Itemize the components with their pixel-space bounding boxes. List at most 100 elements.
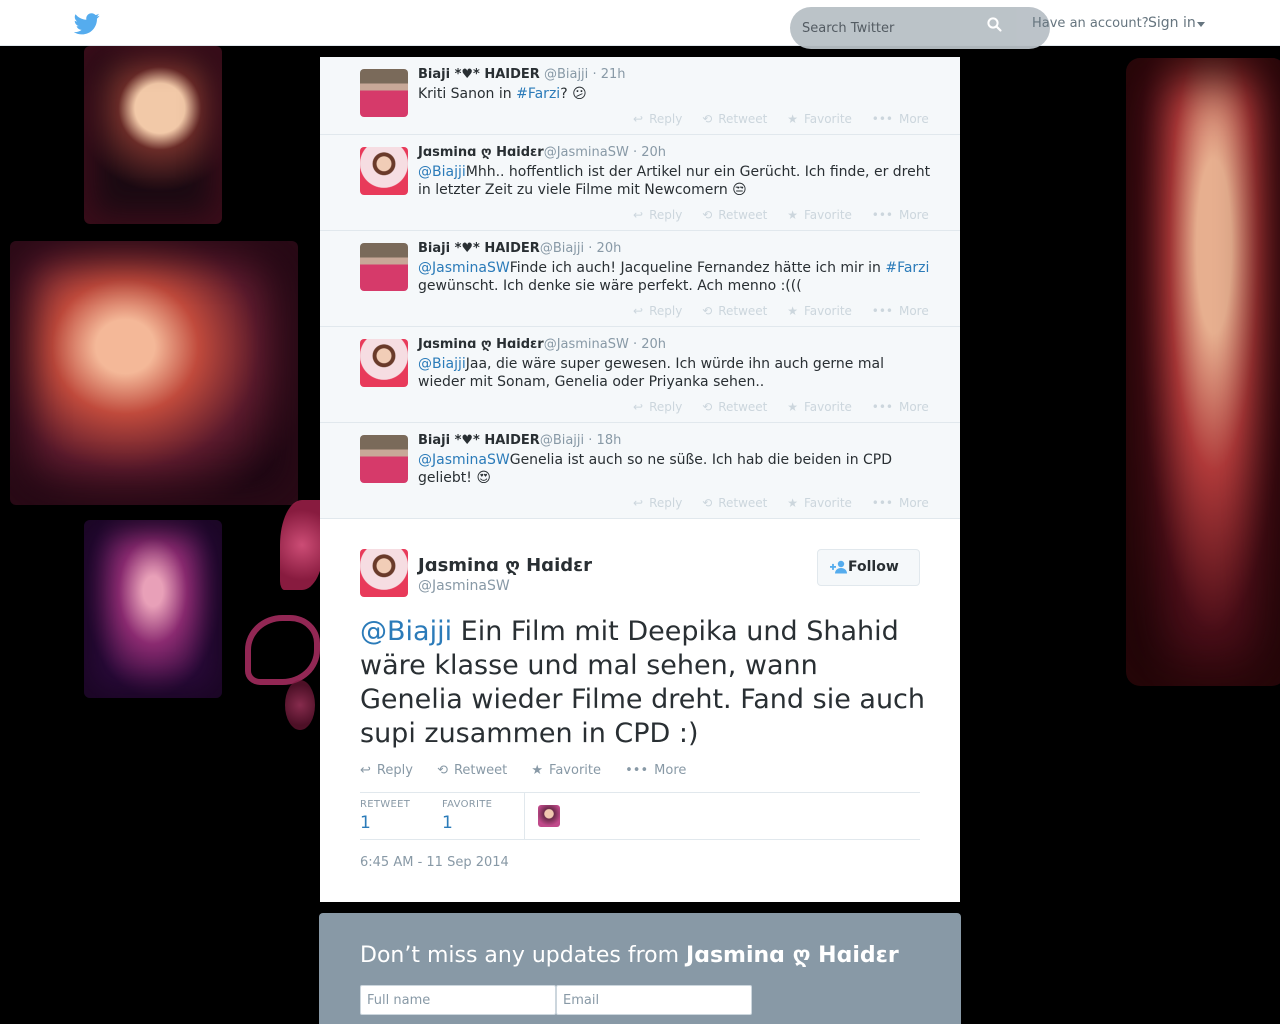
favorite-button[interactable]: ★ Favorite [787, 496, 860, 510]
email-field[interactable] [556, 985, 752, 1015]
mention-link[interactable]: @Biajji [418, 356, 466, 372]
retweet-label: Retweet [453, 763, 508, 778]
retweet-button[interactable]: ⟲ Retweet [437, 763, 507, 778]
reply-button[interactable]: ↩ Reply [633, 112, 690, 126]
star-icon: ★ [787, 400, 798, 414]
background-flower-decoration [245, 615, 320, 685]
more-dots-icon: ••• [871, 304, 893, 318]
reply-button[interactable]: ↩ Reply [633, 496, 690, 510]
more-label: More [898, 208, 929, 222]
mention-link[interactable]: @JasminaSW [418, 452, 510, 468]
mention-link[interactable]: @JasminaSW [418, 260, 510, 276]
more-button[interactable]: ••• More [625, 763, 686, 778]
search-input[interactable] [802, 17, 982, 39]
avatar[interactable] [360, 549, 408, 597]
hashtag-link[interactable]: #Farzi [885, 260, 929, 276]
more-button[interactable]: ••• More [872, 304, 937, 318]
tweet-text-part: Mhh.. hoffentlich ist der Artikel nur ei… [418, 164, 931, 198]
permalink-tweet: Jɑsminɑ ღ Hɑidɛr @JasminaSW Follow @Biaj… [320, 519, 960, 903]
ancestor-tweet[interactable]: Biaji *♥* HAIDER@Biajji · 18h @JasminaSW… [320, 423, 960, 519]
avatar[interactable] [360, 339, 408, 387]
retweet-button[interactable]: ⟲ Retweet [702, 400, 775, 414]
favorite-label: Favorite [803, 496, 852, 510]
tweet-timestamp[interactable]: · 20h [588, 241, 621, 256]
retweet-button[interactable]: ⟲ Retweet [702, 496, 775, 510]
favorite-button[interactable]: ★ Favorite [531, 763, 601, 778]
sign-in-link[interactable]: Sign in [1148, 15, 1196, 31]
mention-link[interactable]: @Biajji [360, 616, 452, 647]
tweet-author-name[interactable]: Jɑsminɑ ღ Hɑidɛr [418, 555, 592, 576]
tweet-header: Biaji *♥* HAIDER@Biajji · 20h [418, 241, 621, 256]
star-icon: ★ [787, 208, 798, 222]
reply-button[interactable]: ↩ Reply [633, 400, 690, 414]
tweet-timestamp[interactable]: · 20h [633, 145, 666, 160]
ancestor-tweet[interactable]: Biaji *♥* HAIDER@Biajji · 20h @JasminaSW… [320, 231, 960, 327]
reply-button[interactable]: ↩ Reply [633, 208, 690, 222]
follow-button[interactable]: Follow [817, 549, 920, 586]
tweet-author-handle[interactable]: @Biajji [540, 241, 584, 256]
favorite-button[interactable]: ★ Favorite [787, 112, 860, 126]
avatar[interactable] [360, 435, 408, 483]
ancestor-tweet[interactable]: Jɑsminɑ ღ Hɑidɛr@JasminaSW · 20h @Biajji… [320, 135, 960, 231]
signup-title-name: Jɑsminɑ ღ Hɑidɛr [686, 943, 899, 968]
chevron-down-icon[interactable] [1197, 22, 1205, 27]
reply-icon: ↩ [360, 763, 371, 778]
tweet-author-handle[interactable]: @Biajji [540, 433, 584, 448]
favorite-count[interactable]: 1 [442, 813, 492, 833]
favorite-button[interactable]: ★ Favorite [787, 304, 860, 318]
ancestor-tweet[interactable]: Biaji *♥* HAIDER @Biajji · 21h Kriti San… [320, 57, 960, 135]
retweet-stat[interactable]: RETWEET 1 [360, 799, 410, 833]
tweet-text: @BiajjiMhh.. hoffentlich ist der Artikel… [418, 163, 933, 199]
hashtag-link[interactable]: #Farzi [516, 86, 560, 102]
tweet-timestamp[interactable]: · 20h [633, 337, 666, 352]
mention-link[interactable]: @Biajji [418, 164, 466, 180]
tweet-author-handle[interactable]: @JasminaSW [544, 337, 629, 352]
tweet-author-name[interactable]: Biaji *♥* HAIDER [418, 241, 540, 256]
reply-label: Reply [649, 112, 683, 126]
favoriter-avatar[interactable] [538, 805, 560, 827]
favorite-stat[interactable]: FAVORITE 1 [442, 799, 492, 833]
tweet-author-name[interactable]: Jɑsminɑ ღ Hɑidɛr [418, 145, 544, 160]
avatar[interactable] [360, 147, 408, 195]
tweet-author-name[interactable]: Jɑsminɑ ღ Hɑidɛr [418, 337, 544, 352]
tweet-stats: RETWEET 1 FAVORITE 1 [360, 792, 920, 840]
search-icon[interactable] [986, 16, 1004, 34]
signup-title-prefix: Don’t miss any updates from [360, 943, 687, 968]
more-button[interactable]: ••• More [872, 400, 937, 414]
retweet-count[interactable]: 1 [360, 813, 410, 833]
tweet-author-handle[interactable]: @Biajji [544, 67, 588, 82]
follow-person-icon [830, 560, 847, 574]
tweet-author-name[interactable]: Biaji *♥* HAIDER [418, 433, 540, 448]
tweet-actions: ↩ Reply ⟲ Retweet ★ Favorite ••• More [633, 208, 945, 222]
reply-button[interactable]: ↩ Reply [633, 304, 690, 318]
retweet-button[interactable]: ⟲ Retweet [702, 112, 775, 126]
tweet-text-part: Kriti Sanon in [418, 86, 517, 102]
more-button[interactable]: ••• More [872, 496, 937, 510]
favorite-button[interactable]: ★ Favorite [787, 400, 860, 414]
favorite-button[interactable]: ★ Favorite [787, 208, 860, 222]
more-button[interactable]: ••• More [872, 208, 937, 222]
retweet-icon: ⟲ [702, 400, 713, 414]
retweet-button[interactable]: ⟲ Retweet [702, 304, 775, 318]
tweet-author-name[interactable]: Biaji *♥* HAIDER [418, 67, 540, 82]
tweet-timestamp[interactable]: · 21h [592, 67, 625, 82]
reply-button[interactable]: ↩ Reply [360, 763, 413, 778]
tweet-timestamp[interactable]: · 18h [588, 433, 621, 448]
more-button[interactable]: ••• More [872, 112, 937, 126]
avatar[interactable] [360, 69, 408, 117]
full-name-field[interactable] [360, 985, 556, 1015]
retweet-button[interactable]: ⟲ Retweet [702, 208, 775, 222]
more-dots-icon: ••• [871, 400, 893, 414]
tweet-author-handle[interactable]: @JasminaSW [418, 578, 510, 594]
tweet-actions: ↩ Reply ⟲ Retweet ★ Favorite ••• More [633, 496, 945, 510]
more-label: More [898, 400, 929, 414]
twitter-bird-icon[interactable] [74, 13, 100, 35]
tweet-text: Kriti Sanon in #Farzi? 😕 [418, 85, 933, 103]
more-label: More [898, 304, 929, 318]
tweet-author-handle[interactable]: @JasminaSW [544, 145, 629, 160]
reply-icon: ↩ [633, 496, 644, 510]
ancestor-tweet[interactable]: Jɑsminɑ ღ Hɑidɛr@JasminaSW · 20h @Biajji… [320, 327, 960, 423]
favorite-label: Favorite [803, 208, 852, 222]
avatar[interactable] [360, 243, 408, 291]
favorite-label: Favorite [803, 112, 852, 126]
